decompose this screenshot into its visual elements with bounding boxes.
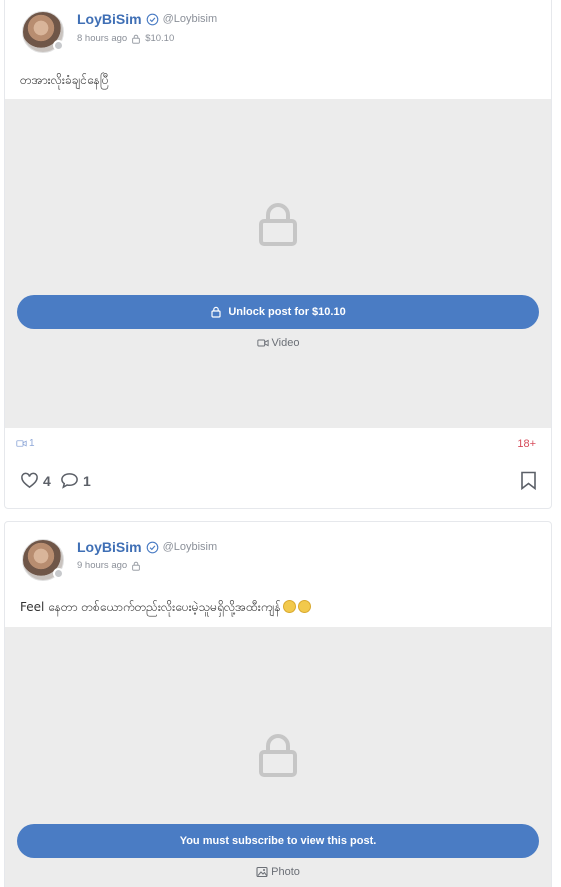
post-caption: တအားလိုးခံချင်နေပြီ (20, 73, 109, 87)
comment-button[interactable]: 1 (60, 471, 91, 490)
lock-icon (259, 734, 297, 777)
offline-status-dot (53, 568, 64, 579)
image-icon (256, 866, 268, 878)
post-feed: LoyBiSim @Loybisim 8 hours ago $10.10 တအ… (0, 0, 561, 887)
video-camera-icon (16, 440, 27, 447)
caption-text: Feel နေတာ တစ်ယောက်တည်းလိုးပေးမဲ့သူမရှိလိ… (20, 600, 281, 614)
video-camera-icon (256, 339, 269, 347)
post-header: LoyBiSim @Loybisim 9 hours ago (5, 522, 551, 582)
comment-count: 1 (83, 472, 91, 489)
sad-face-emoji (282, 600, 296, 613)
post-time[interactable]: 8 hours ago (77, 33, 127, 44)
lock-icon (132, 34, 140, 44)
video-count: 1 (16, 438, 35, 449)
like-count: 4 (43, 472, 51, 489)
post-card: LoyBiSim @Loybisim 9 hours ago Feel နေတာ… (4, 521, 552, 887)
verified-check-icon (146, 13, 158, 25)
heart-icon (21, 472, 38, 489)
adult-badge: 18+ (517, 438, 536, 450)
media-type-text: Photo (271, 866, 300, 878)
lock-icon (259, 203, 297, 246)
post-price: $10.10 (145, 33, 175, 44)
author-name-row[interactable]: LoyBiSim @Loybisim (77, 539, 217, 555)
author-handle[interactable]: @Loybisim (163, 541, 218, 553)
author-name[interactable]: LoyBiSim (77, 539, 142, 555)
media-type-text: Video (271, 337, 300, 349)
author-name-row[interactable]: LoyBiSim @Loybisim (77, 11, 217, 27)
subscribe-label: You must subscribe to view this post. (179, 835, 377, 847)
post-actions: 4 1 (5, 471, 551, 499)
sad-face-emoji (297, 600, 311, 613)
offline-status-dot (53, 40, 64, 51)
video-count-value: 1 (29, 438, 35, 449)
unlock-post-button[interactable]: Unlock post for $10.10 (17, 295, 539, 329)
post-card: LoyBiSim @Loybisim 8 hours ago $10.10 တအ… (4, 0, 552, 509)
post-caption: Feel နေတာ တစ်ယောက်တည်းလိုးပေးမဲ့သူမရှိလိ… (20, 599, 311, 617)
author-handle[interactable]: @Loybisim (163, 13, 218, 25)
media-type-label: Video (5, 337, 551, 349)
post-time[interactable]: 9 hours ago (77, 560, 127, 571)
post-stats-row: 1 18+ (5, 438, 551, 458)
post-meta: 8 hours ago $10.10 (77, 33, 174, 44)
locked-media: Unlock post for $10.10 Video (5, 99, 551, 428)
locked-media: You must subscribe to view this post. Ph… (5, 627, 551, 887)
author-name[interactable]: LoyBiSim (77, 11, 142, 27)
avatar[interactable] (22, 539, 64, 581)
like-button[interactable]: 4 (20, 471, 51, 490)
verified-check-icon (146, 541, 158, 553)
unlock-label: Unlock post for $10.10 (228, 306, 346, 318)
post-header: LoyBiSim @Loybisim 8 hours ago $10.10 (5, 0, 551, 55)
bookmark-icon[interactable] (520, 471, 537, 490)
media-type-label: Photo (5, 866, 551, 878)
subscribe-button[interactable]: You must subscribe to view this post. (17, 824, 539, 858)
avatar[interactable] (22, 11, 64, 53)
post-meta: 9 hours ago (77, 560, 141, 571)
comment-icon (61, 473, 78, 489)
lock-icon (211, 306, 221, 318)
lock-icon (132, 561, 140, 571)
